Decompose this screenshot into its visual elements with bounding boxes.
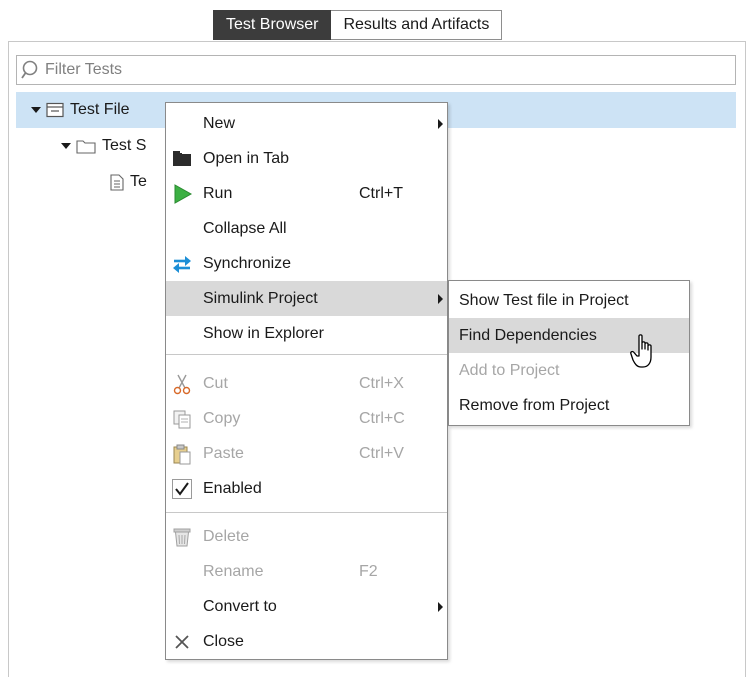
menu-item-delete[interactable]: Delete — [166, 519, 447, 554]
submenu-item-show-test-file-in-project[interactable]: Show Test file in Project — [449, 283, 689, 318]
shortcut-label: Ctrl+T — [359, 184, 403, 202]
tab-bar: Test Browser Results and Artifacts — [213, 10, 503, 40]
submenu-item-label: Find Dependencies — [459, 326, 597, 344]
menu-item-close[interactable]: Close — [166, 624, 447, 659]
menu-item-show-in-explorer[interactable]: Show in Explorer — [166, 316, 447, 351]
menu-item-label: Simulink Project — [203, 289, 318, 307]
menu-item-label: Rename — [203, 562, 264, 580]
menu-item-copy[interactable]: Copy Ctrl+C — [166, 401, 447, 436]
menu-item-label: Collapse All — [203, 219, 287, 237]
search-icon — [21, 60, 38, 79]
filter-tests-input[interactable] — [43, 57, 735, 83]
menu-item-enabled[interactable]: Enabled — [166, 471, 447, 506]
menu-item-new[interactable]: New — [166, 106, 447, 141]
trash-icon — [173, 528, 191, 547]
submenu-item-label: Show Test file in Project — [459, 291, 629, 309]
hand-cursor-icon — [630, 334, 652, 368]
menu-item-collapse-all[interactable]: Collapse All — [166, 211, 447, 246]
menu-item-label: Run — [203, 184, 233, 202]
expand-arrow-icon[interactable] — [30, 104, 42, 116]
shortcut-label: Ctrl+V — [359, 444, 404, 462]
shortcut-label: Ctrl+C — [359, 409, 405, 427]
shortcut-label: F2 — [359, 562, 378, 580]
filter-box — [16, 55, 736, 85]
menu-item-label: Close — [203, 632, 244, 650]
menu-item-rename[interactable]: Rename F2 — [166, 554, 447, 589]
expand-arrow-icon[interactable] — [60, 140, 72, 152]
document-icon — [110, 173, 124, 191]
tree-label-test-case: Te — [130, 173, 147, 190]
menu-item-label: Synchronize — [203, 254, 292, 272]
menu-item-paste[interactable]: Paste Ctrl+V — [166, 436, 447, 471]
menu-item-label: Open in Tab — [203, 149, 289, 167]
tab-test-browser[interactable]: Test Browser — [213, 10, 332, 40]
menu-item-label: Paste — [203, 444, 244, 462]
menu-item-label: New — [203, 114, 236, 132]
copy-icon — [173, 410, 191, 429]
synchronize-icon — [173, 256, 191, 273]
menu-item-open-in-tab[interactable]: Open in Tab — [166, 141, 447, 176]
menu-separator — [166, 354, 447, 355]
paste-icon — [173, 444, 191, 465]
menu-item-label: Convert to — [203, 597, 277, 615]
submenu-item-remove-from-project[interactable]: Remove from Project — [449, 388, 689, 423]
folder-icon — [76, 140, 96, 154]
submenu-arrow-icon — [438, 119, 443, 129]
menu-separator — [166, 512, 447, 513]
test-file-icon — [46, 102, 64, 118]
menu-item-label: Show in Explorer — [203, 324, 324, 342]
menu-item-convert-to[interactable]: Convert to — [166, 589, 447, 624]
submenu-item-label: Add to Project — [459, 361, 560, 379]
tree-label-test-suite: Test S — [102, 137, 147, 154]
menu-item-label: Delete — [203, 527, 250, 545]
shortcut-label: Ctrl+X — [359, 374, 404, 392]
open-tab-icon — [173, 151, 191, 166]
tab-results-and-artifacts[interactable]: Results and Artifacts — [331, 10, 503, 40]
menu-item-run[interactable]: Run Ctrl+T — [166, 176, 447, 211]
menu-item-label: Copy — [203, 409, 241, 427]
submenu-arrow-icon — [438, 294, 443, 304]
context-menu: New Open in Tab Run Ctrl+T Collapse All … — [165, 102, 448, 660]
scissors-icon — [173, 374, 191, 395]
tree-label-test-file: Test File — [70, 101, 130, 118]
menu-item-simulink-project[interactable]: Simulink Project — [166, 281, 447, 316]
close-icon — [175, 635, 189, 649]
checkmark-icon — [172, 479, 192, 499]
menu-item-label: Enabled — [203, 479, 262, 497]
submenu-arrow-icon — [438, 602, 443, 612]
run-icon — [174, 184, 193, 204]
submenu-item-label: Remove from Project — [459, 396, 610, 414]
menu-item-synchronize[interactable]: Synchronize — [166, 246, 447, 281]
menu-item-label: Cut — [203, 374, 228, 392]
menu-item-cut[interactable]: Cut Ctrl+X — [166, 366, 447, 401]
